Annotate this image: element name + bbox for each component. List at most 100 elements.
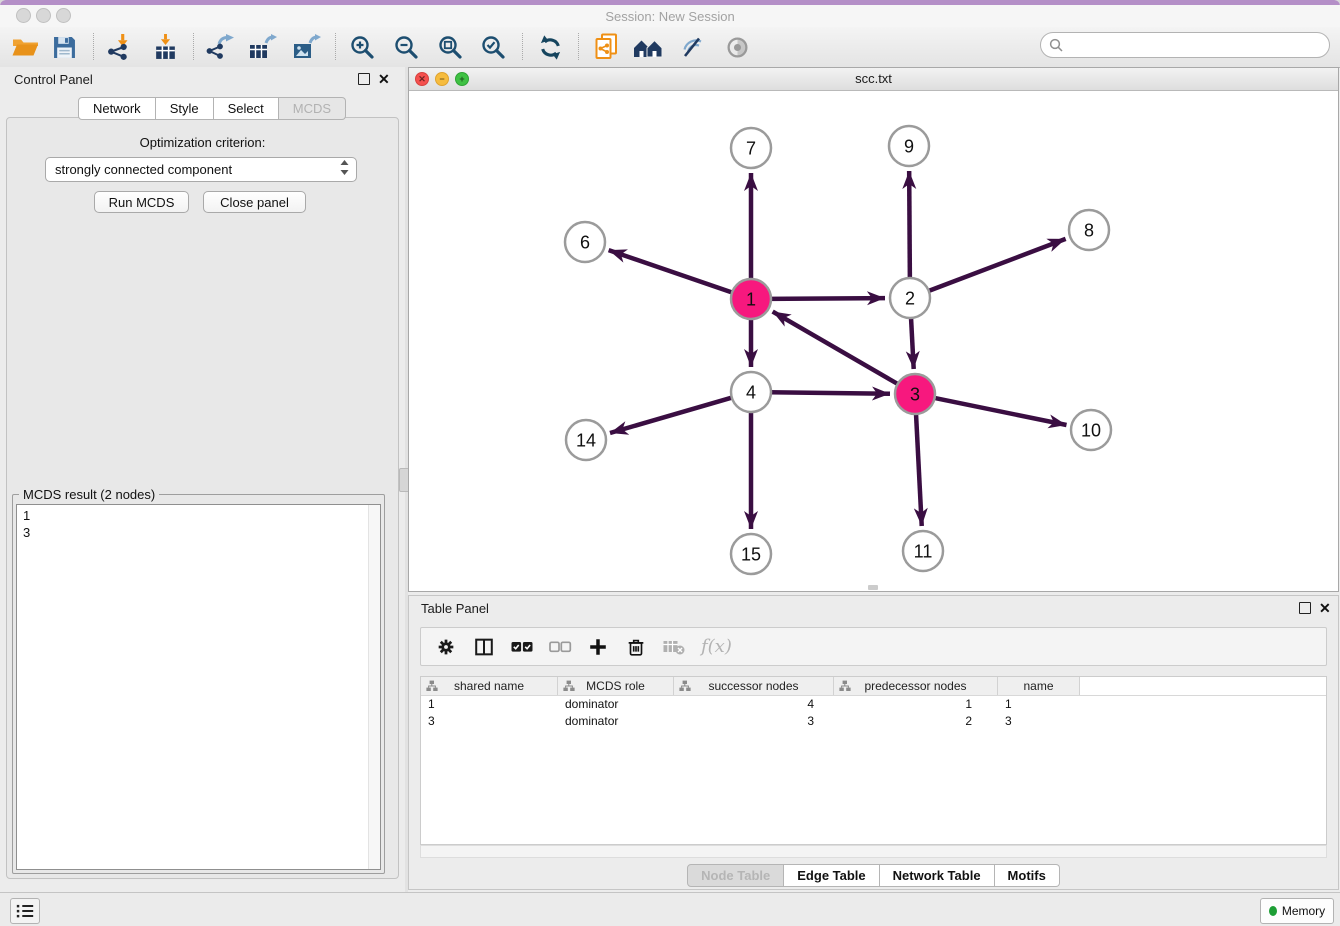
optimization-criterion-select[interactable]: strongly connected component bbox=[45, 157, 357, 182]
graph-node-1[interactable]: 1 bbox=[731, 279, 771, 319]
zoom-out-icon[interactable] bbox=[389, 30, 423, 64]
tab-network[interactable]: Network bbox=[78, 97, 156, 120]
graph-node-6[interactable]: 6 bbox=[565, 222, 605, 262]
import-network-icon[interactable] bbox=[102, 30, 136, 64]
graph-node-14[interactable]: 14 bbox=[566, 420, 606, 460]
function-builder-icon[interactable]: f(x) bbox=[701, 636, 732, 657]
graph-edge-2-8[interactable] bbox=[927, 239, 1066, 292]
delete-table-icon[interactable] bbox=[661, 634, 687, 660]
column-type-icon bbox=[563, 680, 575, 695]
search-input[interactable] bbox=[1040, 32, 1330, 58]
column-header-name[interactable]: name bbox=[998, 677, 1080, 695]
table-row[interactable]: 1dominator411 bbox=[421, 696, 1326, 713]
table-cell[interactable]: 1 bbox=[998, 696, 1080, 713]
zoom-selected-icon[interactable] bbox=[476, 30, 510, 64]
first-neighbors-icon[interactable] bbox=[589, 30, 623, 64]
export-table-icon[interactable] bbox=[245, 30, 279, 64]
tab-edge-table[interactable]: Edge Table bbox=[784, 864, 879, 887]
tab-mcds[interactable]: MCDS bbox=[279, 97, 346, 120]
network-graph[interactable]: 7 9 6 8 1 2 4 3 14 10 15 11 bbox=[409, 90, 1338, 591]
graph-edge-1-6[interactable] bbox=[609, 250, 734, 293]
optimization-criterion-label: Optimization criterion: bbox=[0, 135, 405, 150]
column-label: predecessor nodes bbox=[864, 679, 966, 693]
float-panel-icon[interactable] bbox=[358, 73, 370, 85]
graph-edge-3-10[interactable] bbox=[933, 398, 1067, 425]
export-image-icon[interactable] bbox=[289, 30, 323, 64]
svg-text:15: 15 bbox=[741, 544, 761, 564]
table-cell[interactable]: dominator bbox=[558, 713, 674, 730]
table-settings-icon[interactable] bbox=[433, 634, 459, 660]
task-history-button[interactable] bbox=[10, 898, 40, 924]
run-mcds-button[interactable]: Run MCDS bbox=[94, 191, 189, 213]
graph-edge-3-1[interactable] bbox=[773, 312, 900, 385]
svg-text:6: 6 bbox=[580, 232, 590, 252]
table-cell[interactable]: 4 bbox=[674, 696, 834, 713]
select-all-rows-icon[interactable] bbox=[509, 634, 535, 660]
graph-node-4[interactable]: 4 bbox=[731, 372, 771, 412]
graph-edge-4-14[interactable] bbox=[610, 397, 734, 433]
table-cell[interactable]: 3 bbox=[998, 713, 1080, 730]
zoom-in-icon[interactable] bbox=[345, 30, 379, 64]
table-cell[interactable]: 1 bbox=[421, 696, 558, 713]
graph-edge-2-3[interactable] bbox=[911, 316, 914, 369]
graph-edge-4-3[interactable] bbox=[769, 392, 890, 393]
column-label: shared name bbox=[454, 679, 524, 693]
table-cell[interactable]: 1 bbox=[834, 696, 998, 713]
add-row-icon[interactable] bbox=[585, 634, 611, 660]
close-panel-button[interactable]: Close panel bbox=[203, 191, 306, 213]
tab-select[interactable]: Select bbox=[214, 97, 279, 120]
show-graphics-details-icon[interactable] bbox=[720, 30, 754, 64]
table-panel: Table Panel ✕ bbox=[408, 595, 1339, 890]
mcds-result-lines: 13 bbox=[23, 507, 30, 541]
deselect-all-rows-icon[interactable] bbox=[547, 634, 573, 660]
graph-node-11[interactable]: 11 bbox=[903, 531, 943, 571]
save-session-icon[interactable] bbox=[47, 30, 81, 64]
result-line: 1 bbox=[23, 507, 30, 524]
refresh-layout-icon[interactable] bbox=[533, 30, 567, 64]
tab-style[interactable]: Style bbox=[156, 97, 214, 120]
table-cell[interactable]: 3 bbox=[674, 713, 834, 730]
home-icon[interactable] bbox=[631, 30, 665, 64]
open-session-icon[interactable] bbox=[8, 30, 42, 64]
table-cell[interactable]: dominator bbox=[558, 696, 674, 713]
graph-node-9[interactable]: 9 bbox=[889, 126, 929, 166]
column-header-shared-name[interactable]: shared name bbox=[421, 677, 558, 695]
table-hscrollbar[interactable] bbox=[420, 845, 1327, 858]
graph-edge-2-9[interactable] bbox=[909, 171, 910, 280]
memory-button[interactable]: Memory bbox=[1260, 898, 1334, 924]
delete-row-icon[interactable] bbox=[623, 634, 649, 660]
tab-node-table[interactable]: Node Table bbox=[687, 864, 784, 887]
graph-node-2[interactable]: 2 bbox=[890, 278, 930, 318]
column-header-MCDS-role[interactable]: MCDS role bbox=[558, 677, 674, 695]
application-window: Session: New Session bbox=[0, 0, 1340, 926]
hide-graphics-details-icon[interactable] bbox=[675, 30, 709, 64]
graph-edge-1-2[interactable] bbox=[769, 298, 885, 299]
tab-network-table[interactable]: Network Table bbox=[880, 864, 995, 887]
column-label: name bbox=[1023, 679, 1053, 693]
table-panel-title: Table Panel bbox=[421, 601, 489, 616]
column-header-successor-nodes[interactable]: successor nodes bbox=[674, 677, 834, 695]
import-table-icon[interactable] bbox=[148, 30, 182, 64]
zoom-fit-icon[interactable] bbox=[433, 30, 467, 64]
svg-text:14: 14 bbox=[576, 430, 596, 450]
table-cell[interactable]: 3 bbox=[421, 713, 558, 730]
graph-node-8[interactable]: 8 bbox=[1069, 210, 1109, 250]
table-row[interactable]: 3dominator323 bbox=[421, 713, 1326, 730]
graph-node-10[interactable]: 10 bbox=[1071, 410, 1111, 450]
network-resize-grip[interactable] bbox=[868, 585, 878, 590]
result-scrollbar[interactable] bbox=[368, 505, 380, 869]
export-network-icon[interactable] bbox=[202, 30, 236, 64]
float-table-panel-icon[interactable] bbox=[1299, 602, 1311, 614]
mcds-result-text[interactable]: 13 bbox=[16, 504, 381, 870]
graph-edge-3-11[interactable] bbox=[916, 412, 922, 526]
graph-node-3[interactable]: 3 bbox=[895, 374, 935, 414]
close-panel-icon[interactable]: ✕ bbox=[378, 74, 390, 84]
toolbar-separator bbox=[93, 33, 94, 60]
close-table-panel-icon[interactable]: ✕ bbox=[1319, 603, 1331, 613]
graph-node-7[interactable]: 7 bbox=[731, 128, 771, 168]
graph-node-15[interactable]: 15 bbox=[731, 534, 771, 574]
table-cell[interactable]: 2 bbox=[834, 713, 998, 730]
tab-motifs[interactable]: Motifs bbox=[995, 864, 1060, 887]
column-header-predecessor-nodes[interactable]: predecessor nodes bbox=[834, 677, 998, 695]
show-columns-icon[interactable] bbox=[471, 634, 497, 660]
